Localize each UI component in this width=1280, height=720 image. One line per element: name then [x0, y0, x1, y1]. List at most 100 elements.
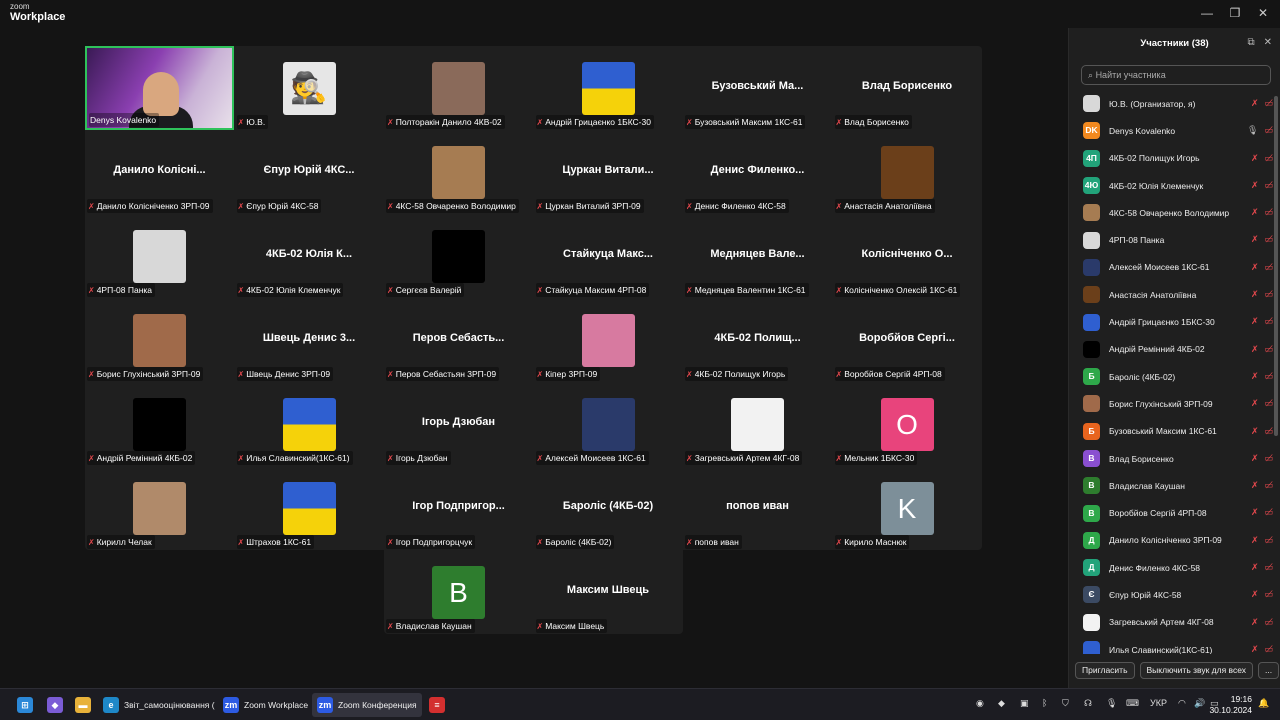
taskbar-item[interactable]: zm Zoom Конференция [312, 693, 422, 717]
participant-tile[interactable]: 🕵 ✗ Ю.В. [235, 46, 384, 130]
popout-icon[interactable]: ⧉ [1247, 37, 1254, 48]
muted-mic-icon[interactable]: ✗ [1251, 371, 1259, 382]
participant-tile[interactable]: ✗ Кирилл Челак [85, 466, 234, 550]
wifi-icon[interactable]: ◠ [1178, 698, 1186, 709]
taskbar-item[interactable]: ⊞ [12, 693, 38, 717]
participant-tile[interactable]: ✗ Илья Славинский(1КС-61) [235, 382, 384, 466]
app-tray-icon[interactable]: ▣ [1020, 698, 1029, 709]
taskbar-item[interactable]: e Звіт_самооцінювання ( [98, 693, 220, 717]
participant-row[interactable]: Борис Глухінський 3РП-09 ✗ ▭̸ [1069, 390, 1273, 417]
participant-tile[interactable]: ✗ 4РП-08 Панка [85, 214, 234, 298]
video-off-icon[interactable]: ▭̸ [1264, 207, 1273, 218]
participant-row[interactable]: Д Данило Колісніченко 3РП-09 ✗ ▭̸ [1069, 527, 1273, 554]
video-off-icon[interactable]: ▭̸ [1264, 507, 1273, 518]
participant-row[interactable]: Б Бузовський Максим 1КС-61 ✗ ▭̸ [1069, 418, 1273, 445]
participant-tile[interactable]: Влад Борисенко ✗ Влад Борисенко [833, 46, 982, 130]
participant-tile[interactable]: ✗ Андрій Грицаєнко 1БКС-30 [534, 46, 683, 130]
muted-mic-icon[interactable]: ✗ [1251, 589, 1259, 600]
mic-icon[interactable]: 🎙 [1247, 125, 1258, 136]
participant-tile[interactable]: Воробйов Сергі... ✗ Воробйов Сергій 4РП-08 [833, 298, 982, 382]
minimize-icon[interactable]: — [1200, 6, 1214, 20]
bluetooth-icon[interactable]: ᛒ [1042, 698, 1047, 708]
muted-mic-icon[interactable]: ✗ [1251, 289, 1259, 300]
close-panel-icon[interactable]: ✕ [1264, 37, 1272, 48]
video-off-icon[interactable]: ▭̸ [1264, 234, 1273, 245]
muted-mic-icon[interactable]: ✗ [1251, 453, 1259, 464]
more-button[interactable]: ... [1258, 662, 1280, 679]
participant-tile[interactable]: ✗ Сергєєв Валерій [384, 214, 533, 298]
muted-mic-icon[interactable]: ✗ [1251, 180, 1259, 191]
participant-tile[interactable]: ✗ Алексей Моисеев 1КС-61 [534, 382, 683, 466]
muted-mic-icon[interactable]: ✗ [1251, 507, 1259, 518]
keyboard-icon[interactable]: ⌨ [1126, 698, 1139, 709]
mute-all-button[interactable]: Выключить звук для всех [1139, 662, 1254, 679]
video-off-icon[interactable]: ▭̸ [1264, 289, 1273, 300]
muted-mic-icon[interactable]: ✗ [1251, 316, 1259, 327]
video-off-icon[interactable]: ▭̸ [1264, 344, 1273, 355]
participant-tile[interactable]: ✗ Борис Глухінський 3РП-09 [85, 298, 234, 382]
video-off-icon[interactable]: ▭̸ [1264, 644, 1273, 654]
participant-tile[interactable]: K ✗ Кирило Маснюк [833, 466, 982, 550]
participant-tile[interactable]: ✗ Кіпер 3РП-09 [534, 298, 683, 382]
participant-tile[interactable]: ✗ Андрій Ремінний 4КБ-02 [85, 382, 234, 466]
participant-row[interactable]: Алексей Моисеев 1КС-61 ✗ ▭̸ [1069, 254, 1273, 281]
taskbar-item[interactable]: ▬ [70, 693, 96, 717]
participant-tile[interactable]: Стайкуца Макс... ✗ Стайкуца Максим 4РП-08 [534, 214, 683, 298]
muted-mic-icon[interactable]: ✗ [1251, 480, 1259, 491]
video-off-icon[interactable]: ▭̸ [1264, 453, 1273, 464]
participant-tile[interactable]: ✗ 4КС-58 Овчаренко Володимир [384, 130, 533, 214]
shield-icon[interactable]: ⛉ [1062, 698, 1069, 709]
participant-row[interactable]: Илья Славинский(1КС-61) ✗ ▭̸ [1069, 636, 1273, 654]
participant-tile[interactable]: Цуркан Витали... ✗ Цуркан Виталий 3РП-09 [534, 130, 683, 214]
video-off-icon[interactable]: ▭̸ [1264, 535, 1273, 546]
participant-row[interactable]: Д Денис Филенко 4КС-58 ✗ ▭̸ [1069, 554, 1273, 581]
participant-tile[interactable]: Бароліс (4КБ-02) ✗ Бароліс (4КБ-02) [534, 466, 683, 550]
muted-mic-icon[interactable]: ✗ [1251, 644, 1259, 654]
participant-row[interactable]: Андрій Ремінний 4КБ-02 ✗ ▭̸ [1069, 336, 1273, 363]
participant-tile[interactable]: Медняцев Вале... ✗ Медняцев Валентин 1КС-6… [683, 214, 832, 298]
participant-row[interactable]: Є Єпур Юрій 4КС-58 ✗ ▭̸ [1069, 581, 1273, 608]
participant-tile[interactable]: Ігор Подпригор... ✗ Ігор Подпригорцчук [384, 466, 533, 550]
participant-row[interactable]: DK Denys Kovalenko 🎙 ▭̸ [1069, 117, 1273, 144]
video-off-icon[interactable]: ▭̸ [1264, 98, 1273, 109]
participant-tile[interactable]: 4КБ-02 Полищ... ✗ 4КБ-02 Полищук Игорь [683, 298, 832, 382]
participant-tile[interactable]: Перов Себасть... ✗ Перов Себастьян 3РП-09 [384, 298, 533, 382]
participant-tile[interactable]: Denys Kovalenko [85, 46, 234, 130]
participant-tile[interactable]: Денис Филенко... ✗ Денис Филенко 4КС-58 [683, 130, 832, 214]
muted-mic-icon[interactable]: ✗ [1251, 426, 1259, 437]
participant-row[interactable]: 4П 4КБ-02 Полищук Игорь ✗ ▭̸ [1069, 145, 1273, 172]
muted-mic-icon[interactable]: ✗ [1251, 617, 1259, 628]
participant-row[interactable]: Загревський Артем 4КГ-08 ✗ ▭̸ [1069, 609, 1273, 636]
dropbox-icon[interactable]: ◆ [998, 698, 1005, 709]
microphone-icon[interactable]: 🎙 [1106, 698, 1117, 709]
participant-tile[interactable]: О ✗ Мельник 1БКС-30 [833, 382, 982, 466]
zoom-tray-icon[interactable]: ◉ [976, 698, 984, 709]
notification-icon[interactable]: 🔔 [1258, 698, 1269, 709]
participant-tile[interactable]: ✗ Загревський Артем 4КГ-08 [683, 382, 832, 466]
participant-search-input[interactable]: ⌕ Найти участника [1081, 65, 1271, 85]
muted-mic-icon[interactable]: ✗ [1251, 344, 1259, 355]
muted-mic-icon[interactable]: ✗ [1251, 234, 1259, 245]
participant-tile[interactable]: ✗ Анастасія Анатоліївна [833, 130, 982, 214]
language-indicator[interactable]: УКР [1150, 698, 1167, 708]
participant-row[interactable]: Андрій Грицаєнко 1БКС-30 ✗ ▭̸ [1069, 308, 1273, 335]
video-off-icon[interactable]: ▭̸ [1264, 480, 1273, 491]
participant-row[interactable]: В Воробйов Сергій 4РП-08 ✗ ▭̸ [1069, 499, 1273, 526]
participant-tile[interactable]: ✗ Полторакін Данило 4КВ-02 [384, 46, 533, 130]
participant-row[interactable]: Анастасія Анатоліївна ✗ ▭̸ [1069, 281, 1273, 308]
participant-row[interactable]: Б Бароліс (4КБ-02) ✗ ▭̸ [1069, 363, 1273, 390]
video-off-icon[interactable]: ▭̸ [1264, 589, 1273, 600]
participant-row[interactable]: 4Ю 4КБ-02 Юлія Клеменчук ✗ ▭̸ [1069, 172, 1273, 199]
participant-row[interactable]: 4КС-58 Овчаренко Володимир ✗ ▭̸ [1069, 199, 1273, 226]
maximize-icon[interactable]: ❐ [1228, 6, 1242, 20]
participant-tile[interactable]: попов иван ✗ попов иван [683, 466, 832, 550]
video-off-icon[interactable]: ▭̸ [1264, 316, 1273, 327]
taskbar-item[interactable]: zm Zoom Workplace [218, 693, 313, 717]
video-off-icon[interactable]: ▭̸ [1264, 125, 1273, 136]
volume-icon[interactable]: 🔊 [1194, 698, 1205, 709]
muted-mic-icon[interactable]: ✗ [1251, 562, 1259, 573]
video-off-icon[interactable]: ▭̸ [1264, 617, 1273, 628]
headset-icon[interactable]: ☊ [1084, 698, 1092, 709]
muted-mic-icon[interactable]: ✗ [1251, 98, 1259, 109]
invite-button[interactable]: Пригласить [1075, 662, 1135, 679]
